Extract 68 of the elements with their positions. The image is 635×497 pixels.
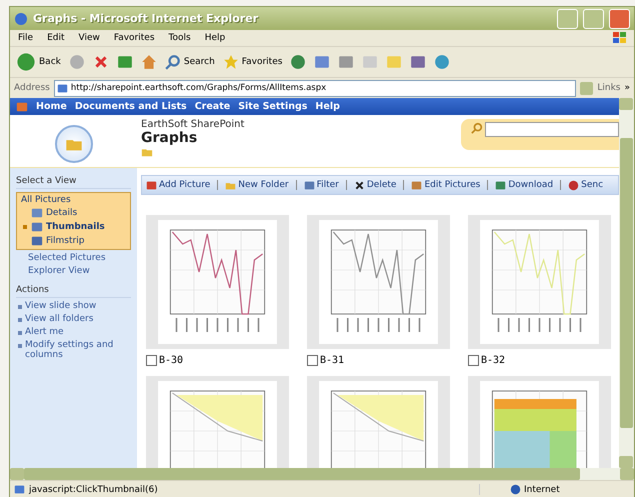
thumbnail-checkbox[interactable]: B-30 — [146, 355, 289, 366]
menu-item[interactable]: View — [78, 33, 100, 43]
nav-link[interactable]: Home — [36, 101, 67, 112]
search-field[interactable] — [485, 122, 619, 137]
flag-logo-icon — [612, 31, 628, 45]
action-link[interactable]: Alert me — [25, 327, 64, 337]
favorites-button[interactable]: Favorites — [222, 54, 282, 70]
thumbnail[interactable] — [307, 215, 450, 349]
bullet-icon — [18, 305, 22, 309]
action-link[interactable]: View all folders — [25, 314, 94, 324]
horizontal-scrollbar[interactable] — [10, 468, 634, 480]
more-chevron[interactable]: » — [624, 83, 630, 93]
command-button[interactable]: Add Picture — [146, 180, 210, 190]
menu-item[interactable]: File — [18, 33, 34, 43]
delete-icon — [354, 180, 365, 190]
action-link[interactable]: View slide show — [25, 301, 96, 311]
sidebar-link[interactable]: Explorer View — [16, 266, 131, 276]
vertical-scrollbar[interactable] — [619, 98, 634, 468]
zone-label: Internet — [524, 484, 560, 494]
sidebar-heading: Actions — [16, 285, 131, 298]
page-title: Graphs — [141, 130, 198, 146]
menu-item[interactable]: Tools — [168, 33, 191, 43]
stop-icon — [92, 54, 109, 70]
command-button[interactable]: Filter — [304, 180, 339, 190]
close-button[interactable] — [609, 8, 630, 28]
menu-item[interactable]: Edit — [47, 33, 64, 43]
view-link[interactable]: Filmstrip — [21, 235, 126, 247]
bullet-icon — [18, 318, 22, 322]
thumbnail[interactable] — [468, 215, 611, 349]
nav-link[interactable]: Help — [315, 101, 340, 112]
minimize-button[interactable] — [557, 8, 578, 28]
sidebar-link[interactable]: Selected Pictures — [16, 253, 131, 263]
search-button[interactable]: Search — [164, 54, 215, 70]
nav-link[interactable]: Create — [194, 101, 230, 112]
bullet-icon — [18, 331, 22, 335]
thumbnail-checkbox[interactable]: B-32 — [468, 355, 611, 366]
home-icon — [140, 54, 157, 70]
dropdown-button[interactable] — [580, 82, 594, 94]
view-link[interactable]: Details — [21, 207, 126, 219]
home-button[interactable] — [140, 54, 157, 70]
search-icon — [164, 54, 181, 70]
nav-link[interactable]: Site Settings — [238, 101, 308, 112]
maximize-button[interactable] — [583, 8, 604, 28]
star-icon — [222, 54, 239, 70]
site-name: EarthSoft SharePoint — [141, 119, 246, 130]
menu-item[interactable]: Favorites — [114, 33, 155, 43]
back-button[interactable]: Back — [16, 52, 61, 72]
action-link[interactable]: Modify settings and columns — [25, 340, 131, 360]
command-button[interactable]: Delete — [354, 180, 396, 190]
address-label: Address — [14, 83, 50, 93]
thumbnail[interactable] — [146, 215, 289, 349]
status-text: javascript:ClickThumbnail(6) — [29, 484, 159, 494]
address-field[interactable]: http://sharepoint.earthsoft.com/Graphs/Forms/AllItems.aspx — [54, 80, 576, 96]
menu-item[interactable]: Help — [204, 33, 226, 43]
bullet-icon — [18, 344, 22, 348]
view-link[interactable]: Thumbnails — [21, 221, 126, 233]
nav-link[interactable]: Documents and Lists — [74, 101, 187, 112]
search-icon — [471, 122, 483, 134]
command-button[interactable]: Download — [495, 180, 554, 190]
command-button[interactable]: New Folder — [225, 180, 289, 190]
view-link[interactable]: All Pictures — [21, 195, 126, 205]
thumbnail-checkbox[interactable]: B-31 — [307, 355, 450, 366]
window-title: Graphs - Microsoft Internet Explorer — [33, 12, 260, 25]
command-button[interactable]: Senc — [568, 180, 604, 190]
sidebar-heading: Select a View — [16, 176, 131, 189]
command-button[interactable]: Edit Pictures — [411, 180, 480, 190]
stop-button[interactable] — [92, 54, 109, 70]
links-button[interactable]: Links — [597, 83, 620, 93]
